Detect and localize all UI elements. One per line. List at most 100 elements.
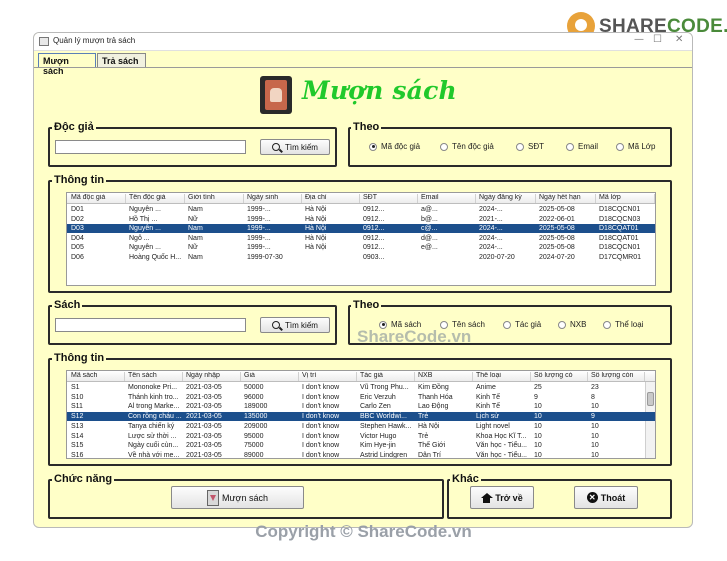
column-header[interactable]: Tác giả	[358, 372, 415, 381]
radio-reader-id[interactable]: Mã độc giả	[369, 142, 420, 151]
minimize-button[interactable]: —	[634, 34, 644, 45]
table-cell: 189000	[244, 403, 268, 411]
column-header[interactable]: Ngày đăng ký	[477, 194, 536, 203]
column-header[interactable]: Số lượng có	[532, 372, 588, 381]
radio-reader-email[interactable]: Email	[566, 142, 598, 151]
table-cell: Hà Nội	[418, 422, 440, 430]
table-cell: 1999-...	[247, 234, 271, 242]
back-button[interactable]: Trở về	[470, 486, 534, 509]
column-header[interactable]: Mã sách	[69, 372, 125, 381]
table-row[interactable]: D03 Nguyễn ... Nam 1999-... Hà Nội 0912... c@.…	[67, 224, 655, 234]
table-cell: S14	[71, 432, 84, 440]
table-cell: Nam	[188, 206, 203, 213]
column-header[interactable]: Vị trí	[300, 372, 357, 381]
table-row[interactable]: D01 Nguyễn ... Nam 1999-... Hà Nội 0912... a@.…	[67, 205, 655, 214]
table-cell: 23	[591, 384, 599, 391]
table-row[interactable]: D05 Nguyễn ... Nữ 1999-... Hà Nội 0912... e@..…	[67, 243, 655, 252]
borrow-icon	[207, 489, 220, 506]
table-cell: 2021-03-05	[186, 451, 222, 459]
radio-reader-name[interactable]: Tên độc giả	[440, 142, 494, 151]
column-header[interactable]: Số lượng còn	[589, 372, 645, 381]
reader-table[interactable]: Mã độc giả Tên độc giả Giới tính Ngày sinh Đ…	[66, 192, 656, 286]
book-search-button[interactable]: Tìm kiếm	[260, 317, 330, 333]
table-cell: S15	[71, 442, 84, 450]
window-title: Quản lý mượn trả sách	[53, 36, 136, 45]
column-header[interactable]: Thể loại	[474, 372, 531, 381]
table-cell: 9	[534, 393, 538, 401]
exit-button-label: Thoát	[600, 492, 626, 503]
table-cell: Về nhà với me...	[128, 451, 180, 459]
column-header[interactable]: Ngày sinh	[245, 194, 302, 203]
column-header[interactable]: Địa chỉ	[303, 194, 360, 203]
table-cell: a@...	[421, 206, 438, 213]
close-window-button[interactable]: ✕	[675, 34, 683, 45]
book-search-input[interactable]	[55, 318, 246, 332]
table-cell: 0912...	[363, 206, 385, 213]
tab-borrow[interactable]: Mượn sách	[38, 53, 96, 76]
table-cell: I don't know	[302, 422, 340, 430]
table-cell: Thanh Hóa	[418, 393, 453, 401]
table-cell: Lao Động	[418, 403, 449, 411]
table-cell: 2024-...	[479, 206, 503, 213]
radio-book-author[interactable]: Tác giả	[503, 320, 541, 329]
table-cell: c@...	[421, 225, 438, 233]
reader-search-input[interactable]	[55, 140, 246, 154]
radio-reader-class[interactable]: Mã Lớp	[616, 142, 655, 151]
tab-divider	[34, 67, 692, 68]
column-header[interactable]: Giới tính	[186, 194, 244, 203]
table-row[interactable]: D06 Hoàng Quốc H... Nam 1999-07-30 0903... 20…	[67, 253, 655, 262]
column-header[interactable]: Ngày nhập	[184, 372, 241, 381]
table-cell: Thế Giới	[418, 442, 446, 450]
table-row[interactable]: S13 Tanya chiến ký 2021-03-05 209000 I don't…	[67, 422, 655, 431]
table-cell: 2021-03-05	[186, 442, 222, 450]
table-cell: 2025-05-08	[539, 244, 575, 252]
table-row[interactable]: D02 Hồ Thị ... Nữ 1999-... Hà Nội 0912... b@..…	[67, 215, 655, 224]
column-header[interactable]: Tên sách	[126, 372, 183, 381]
table-row[interactable]: S16 Về nhà với me... 2021-03-05 89000 I don'…	[67, 451, 655, 459]
table-row[interactable]: S11 Al trong Marke... 2021-03-05 189000 I do…	[67, 402, 655, 411]
table-cell: Nam	[188, 234, 203, 242]
table-cell: Nam	[188, 225, 203, 233]
table-cell: 135000	[244, 413, 268, 421]
table-cell: 9	[591, 413, 595, 421]
column-header[interactable]: Ngày hết hạn	[537, 194, 596, 203]
table-cell: 89000	[244, 451, 264, 459]
table-row[interactable]: S1 Mononoke Pri... 2021-03-05 50000 I don't …	[67, 383, 655, 392]
table-cell: D18CQCN03	[599, 215, 641, 223]
table-row[interactable]: S10 Thánh kinh tro... 2021-03-05 96000 I don…	[67, 393, 655, 402]
maximize-button[interactable]: ☐	[653, 34, 662, 45]
table-cell: Lịch sử	[476, 413, 499, 421]
table-row[interactable]: S15 Ngày cuối cùn... 2021-03-05 75000 I don'…	[67, 441, 655, 450]
reader-search-button[interactable]: Tìm kiếm	[260, 139, 330, 155]
table-cell: Nữ	[188, 244, 198, 252]
column-header[interactable]: Mã độc giả	[69, 194, 126, 203]
table-cell: D17CQMR01	[599, 254, 642, 261]
radio-book-category[interactable]: Thể loại	[603, 320, 643, 329]
exit-button[interactable]: ✕ Thoát	[574, 486, 638, 509]
radio-book-publisher[interactable]: NXB	[558, 320, 586, 329]
column-header[interactable]: Email	[419, 194, 476, 203]
radio-reader-phone[interactable]: SĐT	[516, 142, 544, 151]
table-cell: Kinh Tế	[476, 403, 500, 411]
reader-search-button-label: Tìm kiếm	[285, 142, 318, 152]
table-row[interactable]: S12 Con rồng cháu ... 2021-03-05 135000 I do…	[67, 412, 655, 422]
borrow-book-button[interactable]: Mượn sách	[171, 486, 304, 509]
reader-group-label: Độc giả	[52, 121, 96, 133]
column-header[interactable]: NXB	[416, 372, 473, 381]
table-cell: D04	[71, 234, 84, 242]
column-header[interactable]: Mã lớp	[597, 194, 655, 203]
table-row[interactable]: S14 Lược sử thời ... 2021-03-05 95000 I don'…	[67, 432, 655, 441]
column-header[interactable]: SĐT	[361, 194, 418, 203]
table-cell: 0903...	[363, 254, 385, 261]
table-cell: 2024-...	[479, 244, 503, 252]
table-cell: I don't know	[302, 393, 340, 401]
app-icon	[39, 37, 49, 46]
column-header[interactable]: Giá	[242, 372, 299, 381]
table-cell: 209000	[244, 422, 268, 430]
reader-filter-label: Theo	[351, 121, 382, 133]
borrow-button-label: Mượn sách	[222, 492, 268, 503]
column-header[interactable]: Tên độc giả	[127, 194, 185, 203]
book-table[interactable]: Mã sách Tên sách Ngày nhập Giá Vị trí Tác giả…	[66, 370, 656, 459]
table-row[interactable]: D04 Ngô ... Nam 1999-... Hà Nội 0912... d@... 2…	[67, 234, 655, 243]
tab-return[interactable]: Trả sách	[97, 53, 146, 68]
